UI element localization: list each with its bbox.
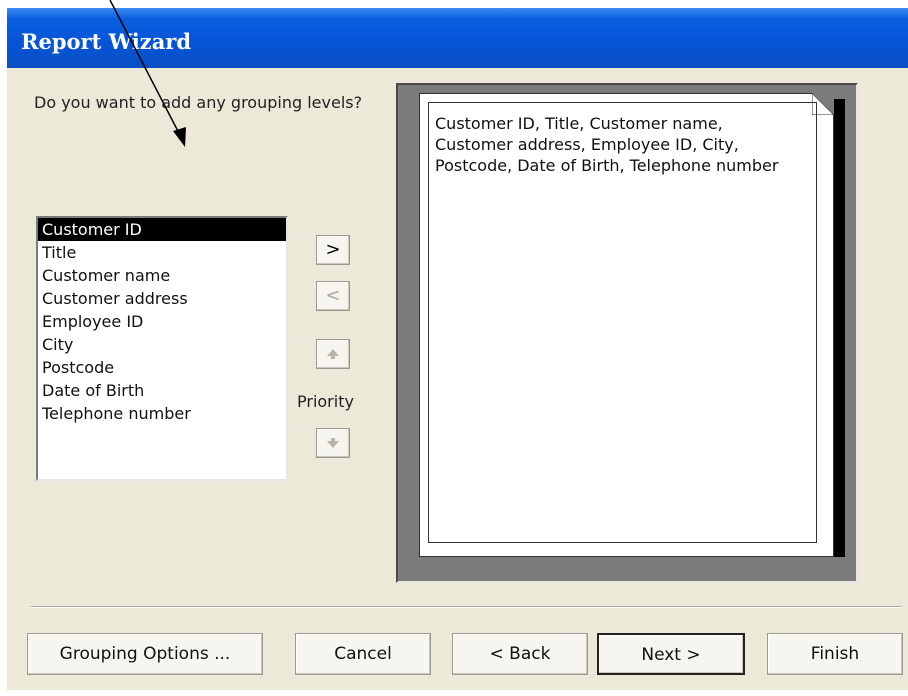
priority-down-button[interactable] xyxy=(316,428,350,458)
cancel-button[interactable]: Cancel xyxy=(295,633,431,675)
list-item[interactable]: City xyxy=(38,333,286,356)
list-item[interactable]: Telephone number xyxy=(38,402,286,425)
finish-button[interactable]: Finish xyxy=(767,633,903,675)
preview-page: Customer ID, Title, Customer name, Custo… xyxy=(419,93,834,557)
add-grouping-button[interactable]: > xyxy=(316,235,350,265)
down-arrow-icon xyxy=(327,438,339,448)
grouping-options-button[interactable]: Grouping Options ... xyxy=(27,633,263,675)
list-item[interactable]: Customer name xyxy=(38,264,286,287)
priority-up-button[interactable] xyxy=(316,339,350,369)
grouping-question: Do you want to add any grouping levels? xyxy=(34,93,363,112)
window-title: Report Wizard xyxy=(21,29,192,54)
list-item[interactable]: Title xyxy=(38,241,286,264)
list-item[interactable]: Date of Birth xyxy=(38,379,286,402)
report-preview-pane: Customer ID, Title, Customer name, Custo… xyxy=(396,83,858,583)
divider xyxy=(31,606,901,608)
remove-grouping-button[interactable]: < xyxy=(316,281,350,311)
list-item[interactable]: Customer ID xyxy=(38,218,286,241)
preview-field-list: Customer ID, Title, Customer name, Custo… xyxy=(435,114,779,175)
preview-group-box: Customer ID, Title, Customer name, Custo… xyxy=(428,102,817,543)
list-item[interactable]: Employee ID xyxy=(38,310,286,333)
next-button[interactable]: Next > xyxy=(597,633,745,675)
available-fields-list[interactable]: Customer ID Title Customer name Customer… xyxy=(36,216,288,481)
up-arrow-icon xyxy=(327,349,339,359)
priority-label: Priority xyxy=(297,392,354,411)
report-wizard-window: Report Wizard Do you want to add any gro… xyxy=(7,8,908,690)
list-item[interactable]: Customer address xyxy=(38,287,286,310)
title-bar: Report Wizard xyxy=(7,8,908,68)
list-item[interactable]: Postcode xyxy=(38,356,286,379)
back-button[interactable]: < Back xyxy=(452,633,588,675)
